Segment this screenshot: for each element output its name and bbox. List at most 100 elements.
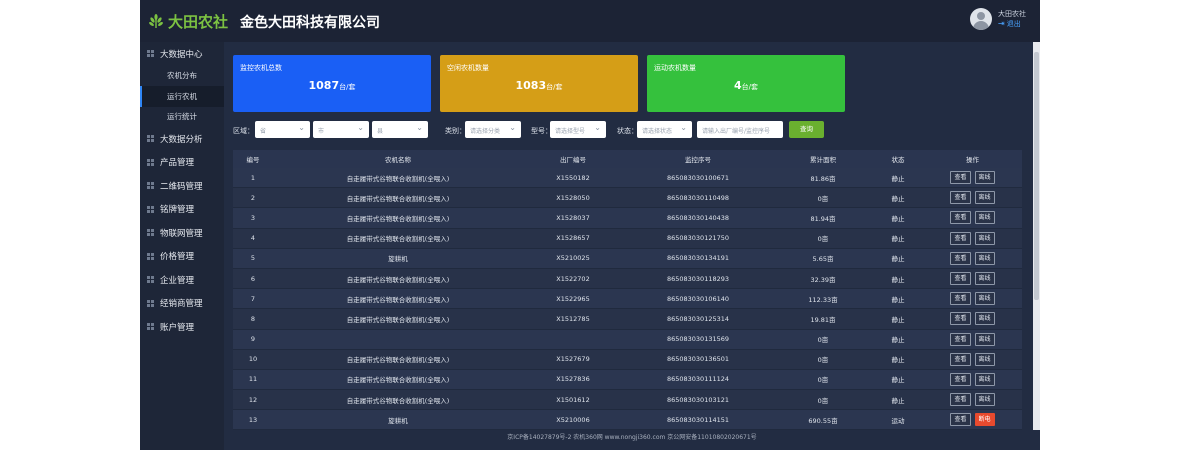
cell-area: 0亩 [817,396,829,405]
serial-search-input[interactable]: 请输入出厂编号/监控序号 [697,121,783,138]
view-button[interactable]: 查看 [950,312,971,326]
user-name: 大田农社 [998,10,1026,18]
sidebar-item-account[interactable]: 账户管理 [140,315,224,339]
cell-status: 静止 [891,295,905,304]
offline-button[interactable]: 离线 [974,292,995,306]
sidebar-subitem-statistics[interactable]: 运行统计 [140,107,224,128]
offline-button[interactable]: 离线 [974,272,995,286]
table-row: 12 自走履带式谷物联合收割机(全喂入) X1501612 8650830301031… [233,390,1022,411]
offline-button[interactable]: 离线 [974,171,995,185]
cell-name: 自走履带式谷物联合收割机(全喂入) [346,275,450,284]
power-off-button[interactable]: 断电 [974,413,995,427]
table-row: 2 自走履带式谷物联合收割机(全喂入) X1528050 86508303011049… [233,188,1022,209]
sidebar-item-bigdata-center[interactable]: 大数据中心 [140,42,224,66]
offline-button[interactable]: 离线 [974,211,995,225]
search-button[interactable]: 查询 [789,121,824,138]
cell-name: 自走履带式谷物联合收割机(全喂入) [346,356,450,365]
main-content: 监控农机总数 1087台/套 空闲农机数量 1083台/套 运动农机数量 4台/… [224,42,1040,431]
cell-serial: X1528657 [556,234,590,243]
table-row: 11 自走履带式谷物联合收割机(全喂入) X1527836 8650830301111… [233,369,1022,391]
avatar[interactable] [970,8,992,30]
cell-no: 8 [250,314,256,323]
view-button[interactable]: 查看 [950,251,971,265]
view-button[interactable]: 查看 [950,231,971,245]
row-actions: 查看 离线 [923,393,1022,407]
sidebar-item-qrcode[interactable]: 二维码管理 [140,174,224,198]
cell-monitor: 865083030110498 [666,193,730,202]
brand-name: 大田农社 [168,12,229,31]
model-select[interactable]: 请选择型号 ⌄ [550,121,606,138]
cell-serial: X1522965 [556,294,590,303]
offline-button[interactable]: 离线 [974,191,995,205]
header-no[interactable]: 编号 [233,154,273,164]
cell-area: 112.33亩 [808,295,838,304]
offline-button[interactable]: 离线 [974,312,995,326]
sidebar-item-dealer[interactable]: 经销商管理 [140,292,224,316]
cell-no: 9 [250,335,256,344]
view-button[interactable]: 查看 [950,372,971,386]
cell-monitor: 865083030106140 [666,294,730,303]
offline-button[interactable]: 离线 [974,393,995,407]
table-header: 编号 农机名称 出厂编号 监控序号 累计面积 状态 操作 [233,150,1022,168]
province-select[interactable]: 省 ⌄ [255,121,310,138]
cell-area: 0亩 [817,235,829,244]
offline-button[interactable]: 离线 [974,372,995,386]
offline-button[interactable]: 离线 [974,251,995,265]
sidebar-item-bigdata-analysis[interactable]: 大数据分析 [140,127,224,151]
table-row: 4 自走履带式谷物联合收割机(全喂入) X1528657 86508303012175… [233,228,1022,249]
view-button[interactable]: 查看 [950,352,971,366]
view-button[interactable]: 查看 [950,191,971,205]
sidebar-item-price[interactable]: 价格管理 [140,245,224,269]
offline-button[interactable]: 离线 [974,352,995,366]
card-value: 4台/套 [733,79,758,92]
view-button[interactable]: 查看 [950,332,971,346]
cell-status: 静止 [891,214,905,223]
cell-status: 静止 [891,275,905,284]
header-area[interactable]: 累计面积 [773,154,873,164]
cell-status: 静止 [891,255,905,264]
offline-button[interactable]: 离线 [974,332,995,346]
sidebar-subitem-running[interactable]: 运行农机 [140,86,224,107]
sidebar-item-iot[interactable]: 物联网管理 [140,221,224,245]
view-button[interactable]: 查看 [950,211,971,225]
sidebar-subitem-distribution[interactable]: 农机分布 [140,66,224,87]
chevron-down-icon: ⌄ [594,123,601,132]
view-button[interactable]: 查看 [950,292,971,306]
cell-no: 13 [248,415,258,424]
view-button[interactable]: 查看 [950,393,971,407]
county-select[interactable]: 县 ⌄ [372,121,428,138]
cell-area: 81.94亩 [810,214,836,223]
header-status[interactable]: 状态 [873,154,923,164]
city-select[interactable]: 市 ⌄ [313,121,369,138]
chevron-down-icon: ⌄ [680,123,687,132]
table-body: 1 自走履带式谷物联合收割机(全喂入) X1550182 86508303010067… [233,168,1022,431]
cell-serial: X1550182 [556,173,590,182]
logout-link[interactable]: ⇥ 退出 [998,19,1026,29]
header-serial[interactable]: 出厂编号 [523,154,623,164]
scroll-thumb[interactable] [1034,52,1039,300]
card-label: 空闲农机数量 [447,64,489,72]
cell-name: 旋耕机 [388,255,408,264]
header-name[interactable]: 农机名称 [273,154,523,164]
view-button[interactable]: 查看 [950,413,971,427]
cell-serial: X1522702 [556,274,590,283]
sidebar-item-nameplate[interactable]: 铭牌管理 [140,198,224,222]
machines-table: 编号 农机名称 出厂编号 监控序号 累计面积 状态 操作 1 自走履带式谷物联合收… [233,150,1022,431]
cell-status: 静止 [891,315,905,324]
offline-button[interactable]: 离线 [974,231,995,245]
sidebar-item-products[interactable]: 产品管理 [140,151,224,175]
view-button[interactable]: 查看 [950,171,971,185]
status-select[interactable]: 请选择状态 ⌄ [637,121,692,138]
cell-name: 自走履带式谷物联合收割机(全喂入) [346,235,450,244]
category-select[interactable]: 请选择分类 ⌄ [465,121,521,138]
grid-icon [147,158,154,166]
view-button[interactable]: 查看 [950,272,971,286]
header-monitor[interactable]: 监控序号 [623,154,773,164]
cell-monitor: 865083030125314 [666,314,730,323]
cell-serial: X1512785 [556,314,590,323]
cell-area: 0亩 [817,356,829,365]
scrollbar[interactable] [1033,42,1040,430]
sidebar-item-enterprise[interactable]: 企业管理 [140,268,224,292]
cell-name: 旋耕机 [388,416,408,425]
brand-logo[interactable]: 大田农社 [148,10,228,32]
